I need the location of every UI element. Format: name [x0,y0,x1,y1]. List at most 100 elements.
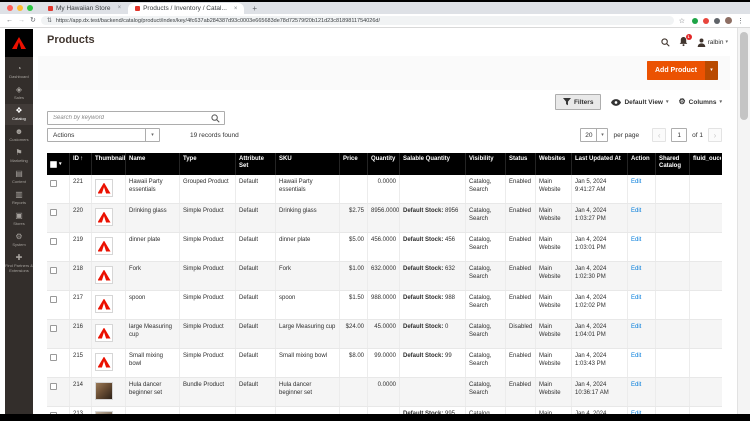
cell-name: Small mixing bowl [125,349,179,377]
sidebar-item-marketing[interactable]: ⚑ Marketing [5,146,33,167]
row-checkbox[interactable] [50,383,57,390]
column-header-visibility[interactable]: Visibility [465,153,505,175]
bookmark-icon[interactable]: ☆ [679,17,685,25]
edit-link[interactable]: Edit [631,266,641,272]
column-header-quantity[interactable]: Quantity [367,153,399,175]
reload-icon[interactable]: ↻ [30,17,36,24]
scrollbar-thumb[interactable] [740,32,748,120]
global-search-icon[interactable] [660,37,670,47]
edit-link[interactable]: Edit [631,179,641,185]
browser-toolbar-icons: ☆ ⋮ [679,17,744,25]
edit-link[interactable]: Edit [631,295,641,301]
scrollbar[interactable] [737,28,750,414]
row-checkbox[interactable] [50,209,57,216]
browser-tab-products[interactable]: Products / Inventory / Catal... × [128,3,245,14]
column-header-salable-quantity[interactable]: Salable Quantity [399,153,465,175]
cell-updated: Jan 4, 2024 1:03:01 PM [571,233,627,261]
actions-dropdown[interactable]: Actions ▾ [47,128,160,142]
user-menu[interactable]: ralbin ▾ [697,38,728,47]
sidebar-item-system[interactable]: ⚙ System [5,230,33,251]
cell-price [339,175,367,203]
next-page-button[interactable]: › [708,128,722,142]
notifications-bell-icon[interactable]: 1 [679,34,692,47]
back-icon[interactable]: ← [6,17,13,24]
add-product-split-caret[interactable]: ▾ [705,61,718,80]
sidebar-item-dashboard[interactable]: ◔ Dashboard [5,62,33,83]
search-icon[interactable] [211,113,220,123]
edit-link[interactable]: Edit [631,237,641,243]
row-checkbox[interactable] [50,238,57,245]
close-window-button[interactable] [7,5,13,11]
row-checkbox[interactable] [50,325,57,332]
sidebar-item-customers[interactable]: ☻ Customers [5,125,33,146]
cell-action: Edit [627,349,655,377]
column-header-websites[interactable]: Websites [535,153,571,175]
cell-attribute_set: Default [235,291,275,319]
row-checkbox[interactable] [50,267,57,274]
extension-icon[interactable] [692,17,698,24]
default-view-button[interactable]: Default View ▾ [611,99,669,106]
cell-visibility: Catalog, Search [465,320,505,348]
tab-favicon [48,5,53,11]
forward-icon[interactable]: → [18,17,25,24]
column-header-status[interactable]: Status [505,153,535,175]
cell-status: Enabled [505,262,535,290]
add-product-button[interactable]: Add Product ▾ [647,61,718,80]
row-checkbox[interactable] [50,412,57,414]
sidebar-item-content[interactable]: ▤ Content [5,167,33,188]
sidebar-item-stores[interactable]: ▣ Stores [5,209,33,230]
profile-avatar[interactable] [725,17,732,24]
column-header-sku[interactable]: SKU [275,153,339,175]
cell-action: Edit [627,378,655,406]
column-header-last-updated-at[interactable]: Last Updated At [571,153,627,175]
cell-status: Disabled [505,320,535,348]
column-header-attribute-set[interactable]: Attribute Set [235,153,275,175]
close-tab-icon[interactable]: × [118,5,122,11]
magento-logo[interactable] [5,29,33,57]
page-number-input[interactable] [671,128,688,142]
sidebar-item-catalog[interactable]: ❖ Catalog [5,104,33,125]
cell-id: 214 [69,378,91,406]
extension-icon[interactable] [714,17,720,24]
window-controls [7,5,33,11]
cell-websites: Main Website [535,175,571,203]
edit-link[interactable]: Edit [631,324,641,330]
previous-page-button[interactable]: ‹ [652,128,667,142]
cell-thumb [91,175,125,203]
sidebar-item-reports[interactable]: ▥ Reports [5,188,33,209]
edit-link[interactable]: Edit [631,208,641,214]
per-page-select[interactable]: 20 ▾ [580,128,609,142]
column-header-price[interactable]: Price [339,153,367,175]
sidebar-item-find-partners-extensions[interactable]: ✚ Find Partners & Extensions [5,251,33,277]
row-checkbox[interactable] [50,354,57,361]
column-header-thumbnail[interactable]: Thumbnail [91,153,125,175]
row-checkbox[interactable] [50,180,57,187]
column-header-shared-catalog[interactable]: Shared Catalog [655,153,689,175]
minimize-window-button[interactable] [17,5,23,11]
select-all-header[interactable]: ▾ [47,153,69,175]
close-tab-icon[interactable]: × [234,6,238,12]
cell-name: spoon [125,291,179,319]
new-tab-button[interactable]: + [252,4,257,13]
edit-link[interactable]: Edit [631,382,641,388]
column-header-id[interactable]: ID ↑ [69,153,91,175]
edit-link[interactable]: Edit [631,411,641,414]
cell-sku: Large Measuring cup [275,320,339,348]
edit-link[interactable]: Edit [631,353,641,359]
address-bar[interactable]: ⇅ https://app.dx.test/backend/catalog/pr… [40,16,674,25]
column-header-fluid-ouces[interactable]: fluid_ouces [689,153,721,175]
browser-menu-icon[interactable]: ⋮ [737,17,744,25]
row-checkbox[interactable] [50,296,57,303]
browser-tab-store[interactable]: My Hawaiian Store × [41,2,128,14]
column-header-type[interactable]: Type [179,153,235,175]
site-settings-icon[interactable]: ⇅ [47,17,52,24]
extension-icon[interactable] [703,17,709,24]
filters-button[interactable]: Filters [554,94,602,110]
search-input[interactable] [48,115,211,121]
column-header-action[interactable]: Action [627,153,655,175]
column-header-name[interactable]: Name [125,153,179,175]
sidebar-item-sales[interactable]: ◈ Sales [5,83,33,104]
columns-button[interactable]: ⚙ Columns ▾ [679,98,723,106]
maximize-window-button[interactable] [27,5,33,11]
select-all-checkbox[interactable] [50,160,57,168]
